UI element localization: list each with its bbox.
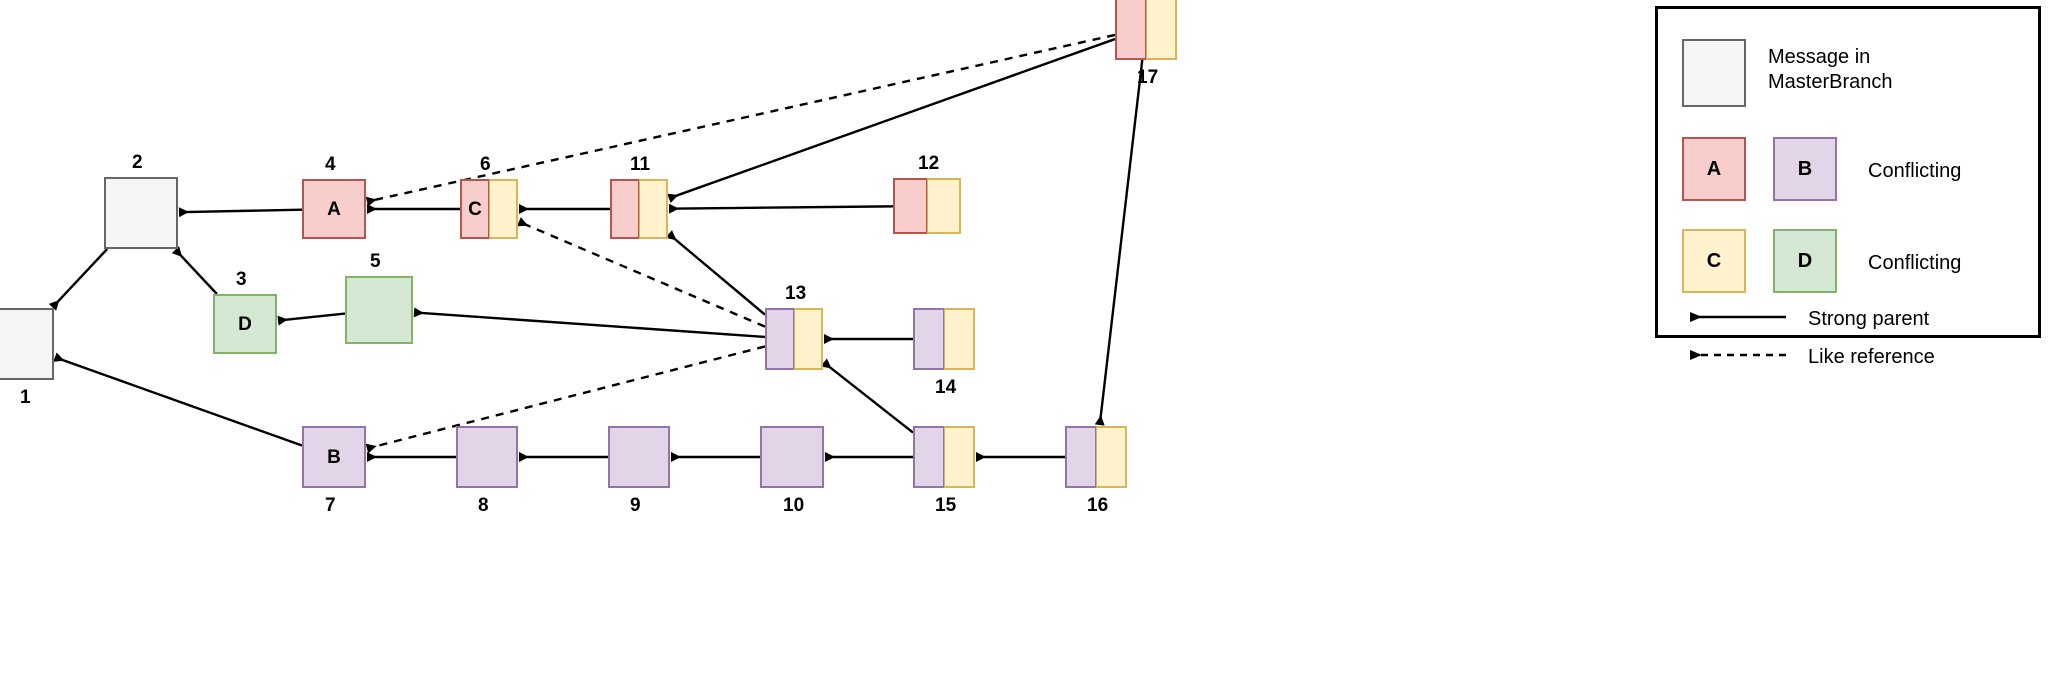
legend-label-like-reference: Like reference: [1808, 346, 1935, 368]
node-label-6: 6: [480, 154, 491, 175]
node-1[interactable]: [0, 308, 54, 380]
edge-12-to-11-strong: [668, 203, 894, 214]
node-11-segment-red: [610, 179, 639, 239]
edge-17-to-11-strong: [667, 37, 1116, 204]
node-8-segment-purple: [456, 426, 518, 488]
node-label-16: 16: [1087, 495, 1109, 516]
node-label-15: 15: [935, 495, 957, 516]
legend-strong-parent-arrow: [1690, 312, 1786, 322]
legend-label-conflicting-ab: Conflicting: [1868, 160, 1962, 182]
node-9-segment-purple: [608, 426, 670, 488]
node-15-segment-yellow: [944, 426, 975, 488]
node-11[interactable]: [610, 179, 668, 239]
legend-swatch-c-letter: C: [1706, 249, 1722, 272]
edge-3-to-2-strong: [171, 246, 218, 295]
legend-swatch-d: D: [1773, 229, 1837, 293]
legend-swatch-a: A: [1682, 137, 1746, 201]
legend-label-master: Message in MasterBranch: [1768, 46, 1893, 93]
node-5-segment-green: [345, 276, 413, 344]
node-13-segment-purple: [765, 308, 794, 370]
edge-4-to-2-strong: [178, 207, 303, 218]
node-14-segment-yellow: [944, 308, 975, 370]
legend-swatch-a-letter: A: [1706, 157, 1722, 180]
node-11-segment-yellow: [639, 179, 668, 239]
edge-13-to-11-strong: [665, 230, 766, 316]
node-15-segment-purple: [913, 426, 944, 488]
node-3-segment-green: D: [213, 294, 277, 354]
node-8[interactable]: [456, 426, 518, 488]
node-9[interactable]: [608, 426, 670, 488]
node-10-segment-purple: [760, 426, 824, 488]
node-7[interactable]: B: [302, 426, 366, 488]
node-label-3: 3: [236, 269, 247, 290]
node-label-5: 5: [370, 251, 381, 272]
legend-swatch-d-letter: D: [1797, 249, 1813, 272]
node-14-segment-purple: [913, 308, 944, 370]
legend-panel: Message in MasterBranch A B Conflicting …: [1655, 6, 2041, 368]
node-16-segment-yellow: [1096, 426, 1127, 488]
node-12-segment-red: [893, 178, 927, 234]
node-3[interactable]: D: [213, 294, 277, 354]
node-label-7: 7: [325, 495, 336, 516]
node-16[interactable]: [1065, 426, 1127, 488]
node-10[interactable]: [760, 426, 824, 488]
node-label-10: 10: [783, 495, 805, 516]
node-6-segment-red: C: [460, 179, 489, 239]
node-label-17: 17: [1137, 67, 1159, 88]
diagram-canvas: 1 2 D 3 A 4 5 C 6 B 7 8 9 10 11 12 13 14 15 16 17 Message in…: [0, 0, 2056, 682]
legend-swatch-b-letter: B: [1797, 157, 1813, 180]
node-label-14: 14: [935, 377, 957, 398]
node-12-segment-yellow: [927, 178, 961, 234]
node-6-segment-yellow: [489, 179, 518, 239]
node-4[interactable]: A: [302, 179, 366, 239]
edge-2-to-1-strong: [48, 248, 109, 311]
node-2-segment-gray: [104, 177, 178, 249]
edge-17-to-16-strong: [1094, 59, 1144, 426]
edge-13-to-5-strong: [413, 307, 766, 339]
node-label-4: 4: [325, 154, 336, 175]
node-label-13: 13: [785, 283, 807, 304]
node-label-1: 1: [20, 387, 31, 408]
node-label-11: 11: [630, 154, 651, 175]
node-17-segment-yellow: [1146, 0, 1177, 60]
legend-swatch-c: C: [1682, 229, 1746, 293]
node-5[interactable]: [345, 276, 413, 344]
node-4-segment-red: A: [302, 179, 366, 239]
legend-swatch-b: B: [1773, 137, 1837, 201]
edge-7-to-1-strong: [53, 352, 303, 447]
node-13-segment-yellow: [794, 308, 823, 370]
edge-5-to-3-strong: [277, 312, 346, 326]
edge-15-to-13-strong: [820, 358, 914, 434]
node-6[interactable]: C: [460, 179, 518, 239]
node-16-segment-purple: [1065, 426, 1096, 488]
edge-17-to-4-like: [365, 33, 1116, 207]
node-17[interactable]: [1115, 0, 1177, 60]
node-1-segment-gray: [0, 308, 54, 380]
node-7-segment-purple: B: [302, 426, 366, 488]
node-2[interactable]: [104, 177, 178, 249]
node-12[interactable]: [893, 178, 961, 234]
legend-like-reference-arrow: [1690, 350, 1786, 360]
legend-label-strong-parent: Strong parent: [1808, 308, 1930, 330]
node-13[interactable]: [765, 308, 823, 370]
node-label-9: 9: [630, 495, 641, 516]
node-label-2: 2: [132, 152, 143, 173]
legend-swatch-master: [1682, 39, 1746, 107]
legend-label-conflicting-cd: Conflicting: [1868, 252, 1962, 274]
node-label-8: 8: [478, 495, 489, 516]
node-17-segment-red: [1115, 0, 1146, 60]
edge-13-to-7-like: [365, 345, 766, 454]
node-15[interactable]: [913, 426, 975, 488]
node-label-12: 12: [918, 153, 940, 174]
node-14[interactable]: [913, 308, 975, 370]
